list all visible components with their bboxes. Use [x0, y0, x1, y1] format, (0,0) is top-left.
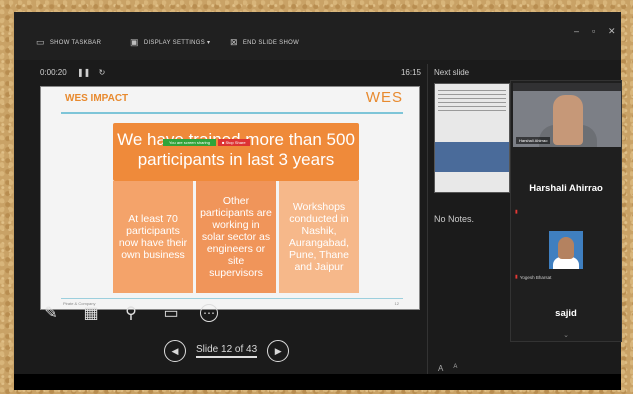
- minimize-icon[interactable]: –: [574, 26, 579, 36]
- sharing-status: You are screen sharing: [163, 139, 216, 146]
- next-slide-thumbnail[interactable]: [434, 83, 510, 193]
- slide-rule: [61, 112, 403, 114]
- slide-counter[interactable]: Slide 12 of 43: [196, 344, 258, 358]
- impact-columns: At least 70 participants now have their …: [113, 181, 359, 293]
- mic-muted-indicator: ▮: [515, 209, 518, 215]
- pen-icon[interactable]: ✎: [40, 302, 62, 324]
- video-name-tag: Harshali Ahirrao: [516, 137, 551, 144]
- magnifier-icon[interactable]: ⚲: [120, 302, 142, 324]
- timer-row: 0:00:20 ❚❚ ↻ 16:15: [40, 68, 421, 82]
- slide-tools: ✎ ▦ ⚲ ▭ ⋯: [40, 302, 218, 324]
- next-slide-label: Next slide: [434, 68, 470, 77]
- mic-muted-icon: ▮: [515, 274, 518, 280]
- slide-header: WES IMPACT: [65, 93, 129, 104]
- slide-footer-rule: [61, 298, 403, 299]
- display-settings-button[interactable]: ▣ DISPLAY SETTINGS ▾: [130, 38, 210, 47]
- impact-column: At least 70 participants now have their …: [113, 181, 193, 293]
- meeting-participants-panel: Harshali Ahirrao Harshali Ahirrao ▮ ▮ Yo…: [510, 80, 622, 342]
- stop-share-button[interactable]: ■ Stop Share: [218, 139, 250, 146]
- speaker-notes: No Notes.: [434, 214, 475, 224]
- pause-icon[interactable]: ❚❚: [77, 68, 90, 77]
- taskbar-icon: ▭: [36, 37, 45, 47]
- participant-avatar[interactable]: [549, 231, 583, 269]
- clock: 16:15: [400, 68, 421, 77]
- maximize-icon[interactable]: ▫: [592, 26, 596, 36]
- slide-page-number: 12: [394, 301, 399, 306]
- show-taskbar-button[interactable]: ▭ SHOW TASKBAR: [36, 38, 101, 47]
- thumbnail-text-lines: [438, 90, 506, 114]
- avatar-face: [558, 237, 574, 259]
- restart-icon[interactable]: ↻: [99, 68, 106, 77]
- elapsed-timer: 0:00:20: [40, 68, 67, 77]
- end-slide-show-button[interactable]: ⊠ END SLIDE SHOW: [230, 38, 299, 47]
- impact-column: Workshops conducted in Nashik, Aurangaba…: [279, 181, 359, 293]
- participant-name: Harshali Ahirrao: [529, 183, 603, 194]
- impact-column: Other participants are working in solar …: [196, 181, 276, 293]
- bottom-band: [14, 374, 621, 390]
- previous-icon[interactable]: ◀: [164, 340, 186, 362]
- participant-face: [553, 95, 583, 145]
- thumbnail-photo: [435, 142, 509, 172]
- decrease-font-button[interactable]: A: [453, 364, 457, 373]
- notes-font-controls: A A: [438, 364, 457, 373]
- participant-name: sajid: [555, 308, 577, 319]
- close-icon[interactable]: ✕: [608, 26, 616, 37]
- black-screen-icon[interactable]: ▭: [160, 302, 182, 324]
- headline-box: We have trained more than 500 participan…: [113, 123, 359, 181]
- slide-navigation: ◀ Slide 12 of 43 ▶: [164, 340, 290, 362]
- mic-muted-icon: ▮: [515, 209, 518, 215]
- end-show-icon: ⊠: [230, 37, 238, 47]
- current-slide: WES IMPACT WES We have trained more than…: [40, 86, 420, 310]
- chevron-down-icon[interactable]: ⌄: [511, 331, 621, 339]
- more-options-icon[interactable]: ⋯: [200, 304, 218, 322]
- screen-sharing-bar: You are screen sharing ■ Stop Share: [163, 138, 250, 147]
- slide-logo: WES: [365, 89, 403, 106]
- video-toolbar: [513, 83, 621, 91]
- increase-font-button[interactable]: A: [438, 364, 443, 373]
- slides-grid-icon[interactable]: ▦: [80, 302, 102, 324]
- display-icon: ▣: [130, 37, 139, 47]
- next-icon[interactable]: ▶: [267, 340, 290, 362]
- presenter-toolbar: ▭ SHOW TASKBAR ▣ DISPLAY SETTINGS ▾ ⊠ EN…: [14, 12, 621, 60]
- participant-tile-label: ▮ Yogesh Bharsat: [515, 274, 552, 280]
- participant-video[interactable]: Harshali Ahirrao: [513, 83, 621, 147]
